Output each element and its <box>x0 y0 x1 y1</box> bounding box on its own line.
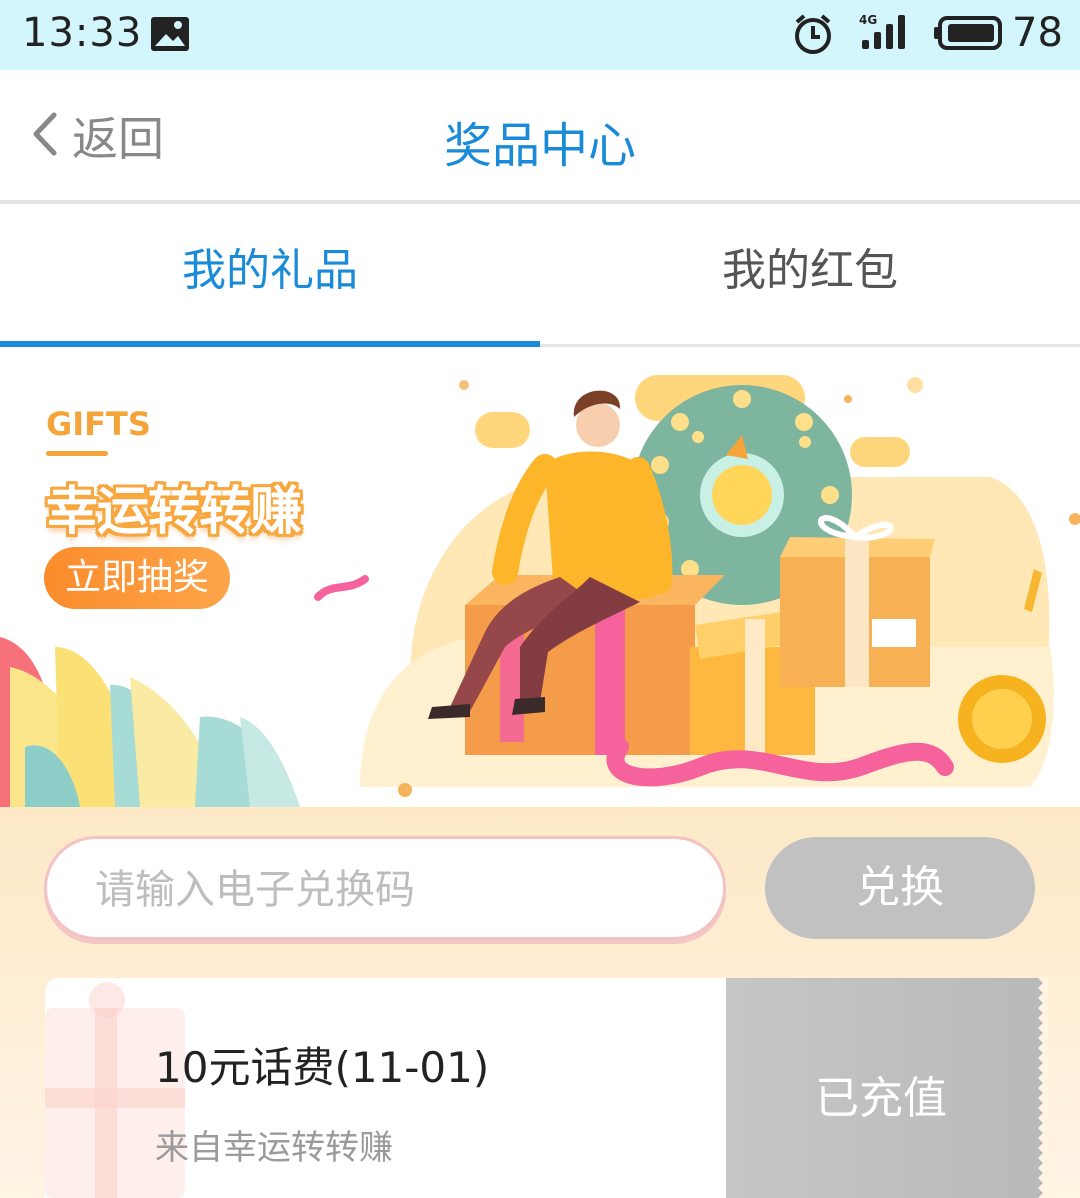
prize-title: 10元话费(11-01) <box>155 1043 490 1092</box>
redeem-code-input[interactable] <box>93 859 697 921</box>
signal-icon: 4G <box>858 12 910 56</box>
status-bar: 13:33 4G 78 <box>0 0 1080 70</box>
ticket-edge <box>1038 978 1048 1198</box>
battery-level: 78 <box>1012 10 1063 56</box>
tab-my-red-packets[interactable]: 我的红包 <box>540 204 1080 344</box>
promo-banner[interactable]: GIFTS 幸运转转赚 立即抽奖 <box>0 347 1080 807</box>
draw-now-button[interactable]: 立即抽奖 <box>44 547 230 609</box>
prize-source: 来自幸运转转赚 <box>155 1128 393 1168</box>
image-notification-icon <box>150 16 190 56</box>
nav-bar: 返回 奖品中心 <box>0 70 1080 204</box>
battery-icon <box>933 16 1003 54</box>
banner-slogan: 幸运转转赚 <box>46 482 302 542</box>
status-time: 13:33 <box>22 10 143 56</box>
prize-status-badge: 已充值 <box>726 978 1048 1198</box>
prize-status-label: 已充值 <box>815 1073 947 1124</box>
redeem-code-field[interactable] <box>44 836 726 940</box>
prize-card[interactable]: 10元话费(11-01) 来自幸运转转赚 已充值 <box>45 978 1048 1198</box>
tab-my-gifts[interactable]: 我的礼品 <box>0 204 540 344</box>
alarm-icon <box>792 13 834 59</box>
tab-bar: 我的礼品 我的红包 <box>0 204 1080 347</box>
network-type-label: 4G <box>859 13 877 27</box>
banner-tag-underline <box>46 451 108 456</box>
banner-tag: GIFTS <box>46 405 151 443</box>
exchange-button[interactable]: 兑换 <box>765 837 1035 939</box>
page-title: 奖品中心 <box>443 118 636 174</box>
